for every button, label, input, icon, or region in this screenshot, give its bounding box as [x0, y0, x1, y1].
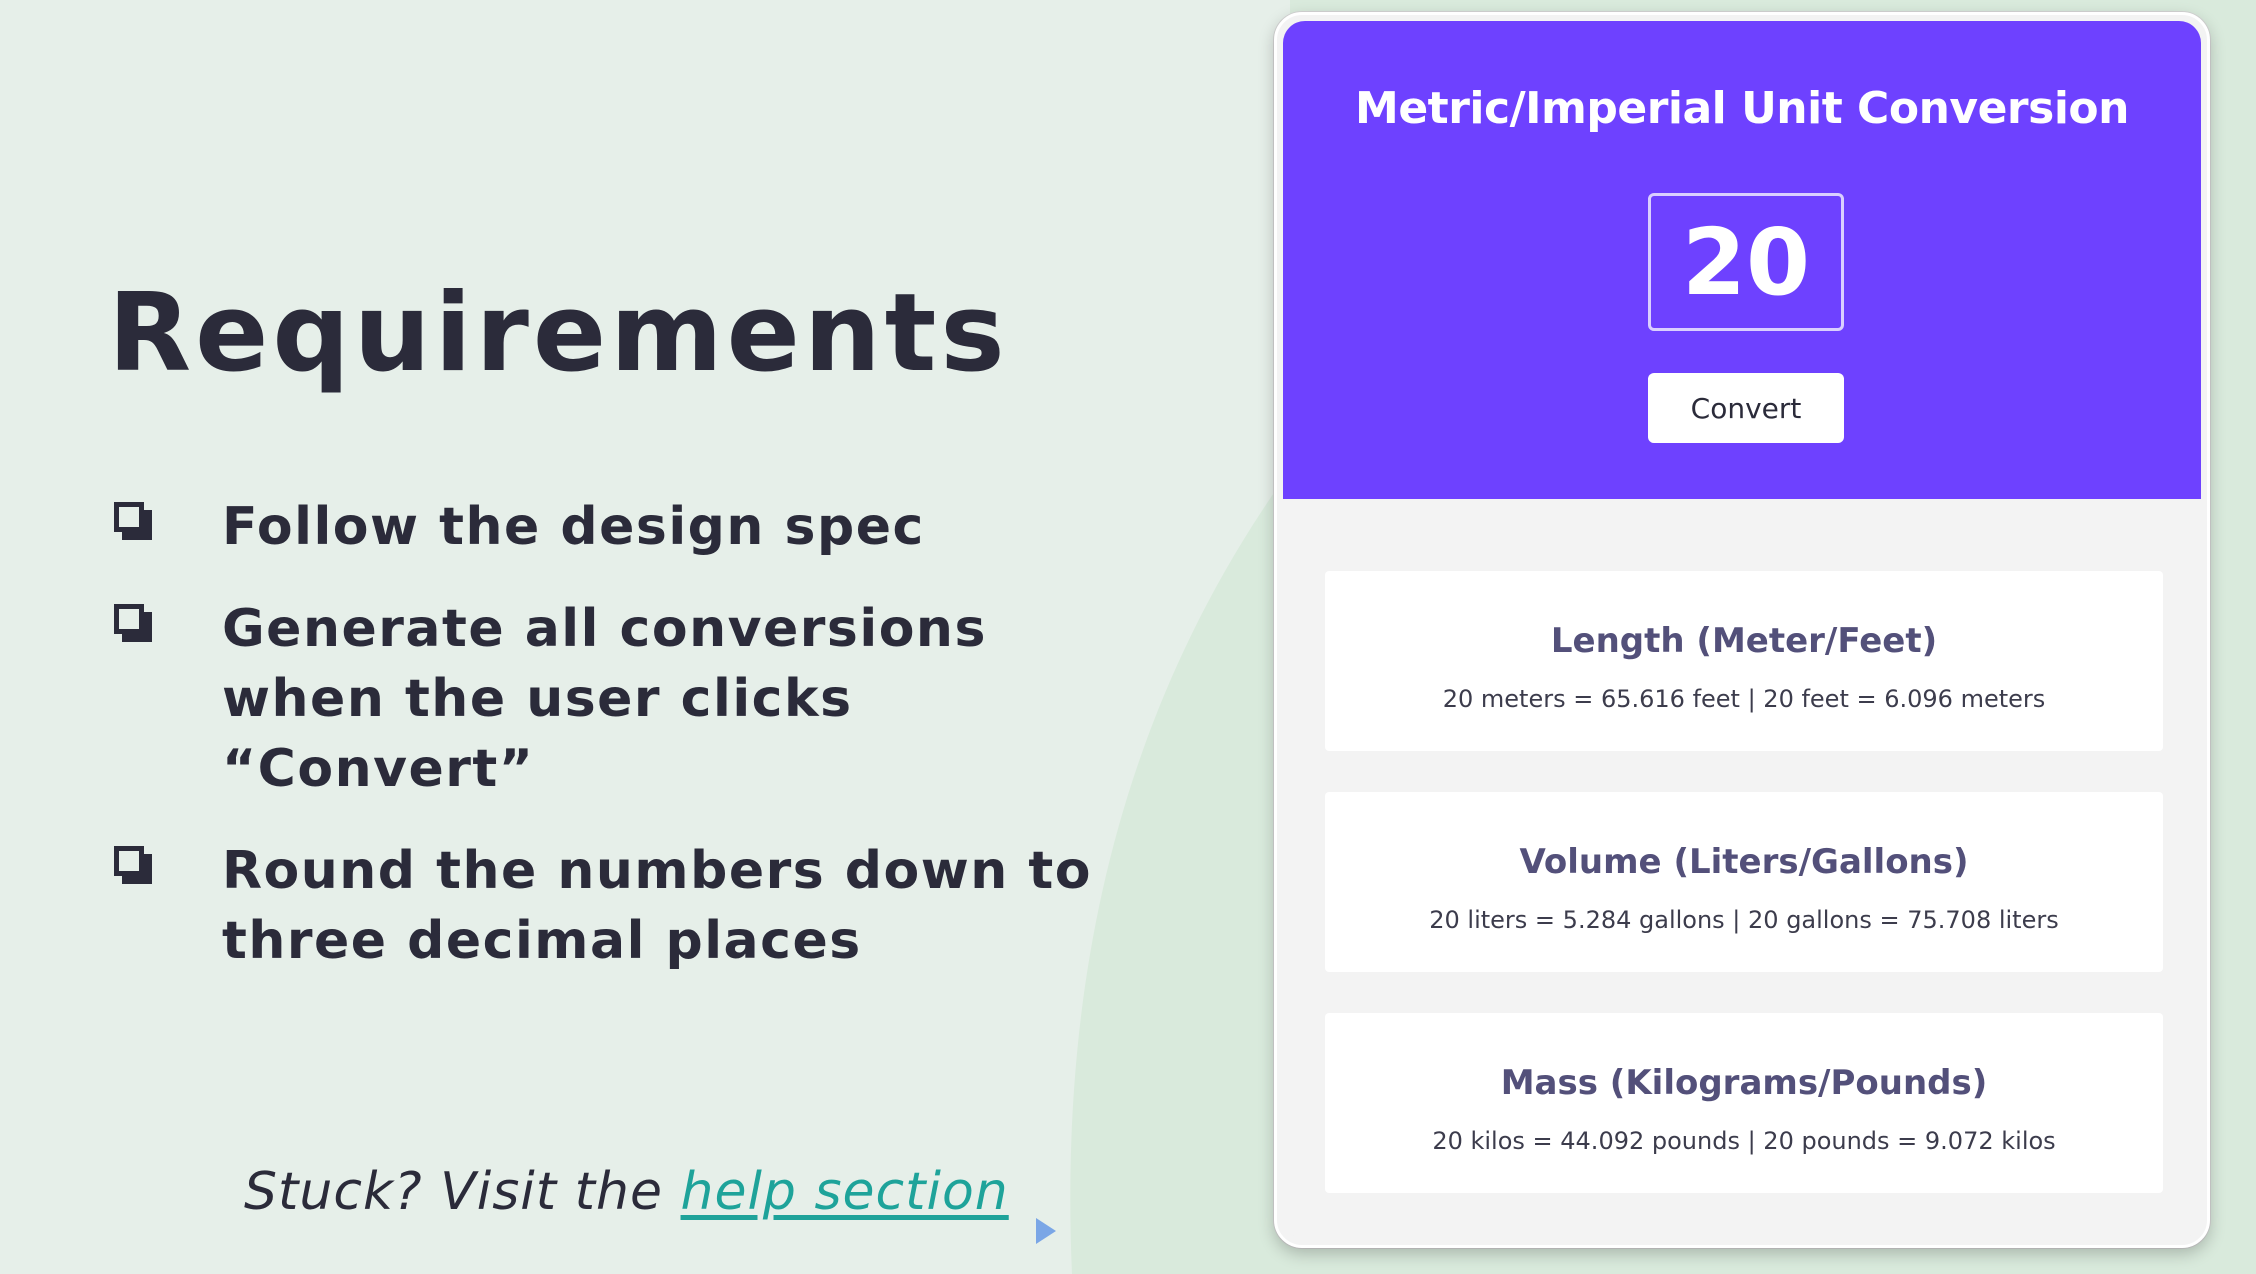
card-result: 20 kilos = 44.092 pounds | 20 pounds = 9…: [1432, 1127, 2056, 1155]
list-item: Generate all conversions when the user c…: [114, 594, 1114, 804]
help-prompt: Stuck? Visit the help section: [244, 1162, 1009, 1222]
checkbox-icon: [114, 604, 152, 642]
card-title: Mass (Kilograms/Pounds): [1500, 1063, 1988, 1103]
number-input[interactable]: [1648, 193, 1844, 331]
card-title: Volume (Liters/Gallons): [1519, 842, 1969, 882]
convert-button[interactable]: Convert: [1648, 373, 1844, 443]
requirement-text: Follow the design spec: [222, 497, 925, 557]
checkbox-icon: [114, 846, 152, 884]
help-prompt-text: Stuck? Visit the: [244, 1162, 681, 1222]
cursor-pointer-icon: [1036, 1218, 1056, 1244]
requirements-list: Follow the design spec Generate all conv…: [114, 492, 1114, 1008]
list-item: Follow the design spec: [114, 492, 1114, 562]
mass-card: Mass (Kilograms/Pounds) 20 kilos = 44.09…: [1325, 1013, 2163, 1193]
app-window: Metric/Imperial Unit Conversion Convert …: [1274, 12, 2210, 1248]
card-result: 20 meters = 65.616 feet | 20 feet = 6.09…: [1442, 685, 2046, 713]
requirement-text: Generate all conversions when the user c…: [222, 599, 987, 799]
app-content: Metric/Imperial Unit Conversion Convert …: [1283, 21, 2201, 1239]
volume-card: Volume (Liters/Gallons) 20 liters = 5.28…: [1325, 792, 2163, 972]
slide-title: Requirements: [108, 271, 1009, 396]
help-section-link[interactable]: help section: [681, 1162, 1009, 1222]
list-item: Round the numbers down to three decimal …: [114, 836, 1114, 976]
app-header: Metric/Imperial Unit Conversion Convert: [1283, 21, 2201, 499]
length-card: Length (Meter/Feet) 20 meters = 65.616 f…: [1325, 571, 2163, 751]
card-title: Length (Meter/Feet): [1550, 621, 1938, 661]
checkbox-icon: [114, 502, 152, 540]
app-title: Metric/Imperial Unit Conversion: [1355, 83, 2129, 134]
requirement-text: Round the numbers down to three decimal …: [222, 841, 1092, 971]
card-result: 20 liters = 5.284 gallons | 20 gallons =…: [1429, 906, 2059, 934]
